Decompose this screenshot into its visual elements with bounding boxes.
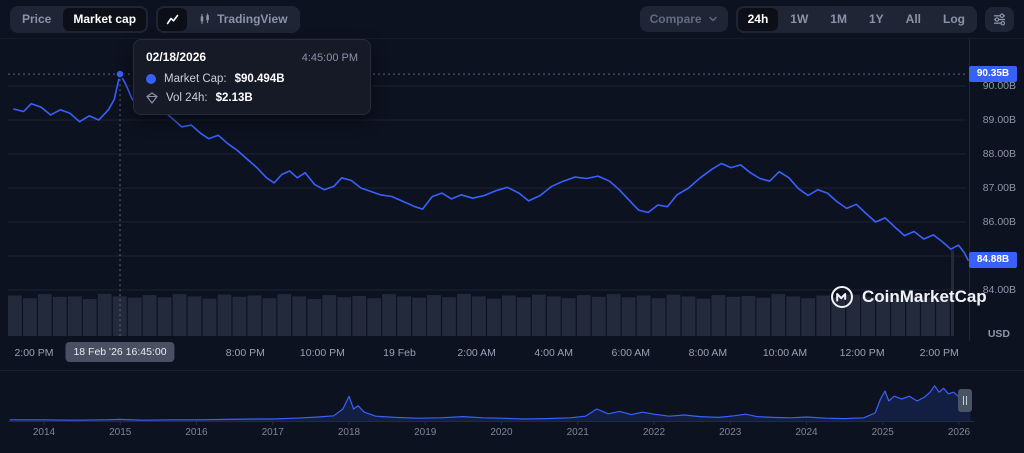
tooltip-date: 02/18/2026: [146, 50, 206, 64]
chart-type-group: TradingView: [156, 6, 299, 33]
volume-gem-icon: [146, 92, 158, 104]
compare-label: Compare: [650, 12, 702, 26]
cmc-logo-icon: [830, 285, 854, 309]
x-tick-label: 8:00 AM: [689, 347, 728, 359]
x-tick-label: 19 Feb: [383, 347, 416, 359]
price-marketcap-toggle: Price Market cap: [10, 6, 148, 33]
year-label: 2017: [262, 427, 284, 438]
x-tick-label: 2:00 AM: [457, 347, 496, 359]
high-value-badge: 90.35B: [969, 66, 1017, 82]
x-tick-label: 10:00 PM: [300, 347, 345, 359]
x-tick-label: 4:00 AM: [534, 347, 573, 359]
toolbar-left: Price Market cap TradingView: [10, 6, 300, 33]
chart-tooltip: 02/18/2026 4:45:00 PM Market Cap: $90.49…: [133, 39, 371, 115]
year-label: 2022: [643, 427, 665, 438]
year-label: 2016: [185, 427, 207, 438]
tooltip-volume-value: $2.13B: [216, 92, 253, 104]
line-chart-button[interactable]: [158, 8, 187, 31]
range-1y[interactable]: 1Y: [859, 8, 894, 31]
x-tick-label: 2:00 PM: [14, 347, 53, 359]
y-axis-unit: USD: [968, 328, 1010, 340]
timeline-minimap[interactable]: 2014 2015 2016 2017 2018 2019 2020 2021 2022 2023…: [0, 370, 1024, 453]
sliders-icon: [993, 13, 1006, 26]
compare-button[interactable]: Compare: [640, 6, 728, 32]
tooltip-volume-row: Vol 24h: $2.13B: [146, 92, 358, 104]
year-label: 2018: [338, 427, 360, 438]
year-label: 2023: [719, 427, 741, 438]
timeline-drag-handle[interactable]: [958, 389, 972, 412]
coinmarketcap-chart-page: Price Market cap TradingView: [0, 0, 1024, 452]
chart-toolbar: Price Market cap TradingView: [0, 0, 1024, 38]
crosshair-time-badge: 18 Feb '26 16:45:00: [65, 342, 174, 362]
range-1m[interactable]: 1M: [820, 8, 857, 31]
range-all[interactable]: All: [896, 8, 931, 31]
watermark-text: CoinMarketCap: [862, 287, 987, 307]
year-label: 2019: [414, 427, 436, 438]
history-minimap-chart: [0, 376, 1024, 426]
tooltip-time: 4:45:00 PM: [302, 52, 358, 64]
tooltip-marketcap-row: Market Cap: $90.494B: [146, 73, 358, 85]
year-label: 2014: [33, 427, 55, 438]
year-label: 2015: [109, 427, 131, 438]
year-label: 2026: [948, 427, 970, 438]
tradingview-label: TradingView: [217, 13, 287, 26]
chart-settings-button[interactable]: [985, 7, 1014, 32]
range-24h[interactable]: 24h: [738, 8, 779, 31]
market-cap-tab[interactable]: Market cap: [63, 8, 146, 31]
year-label: 2024: [795, 427, 817, 438]
current-value-badge: 84.88B: [969, 252, 1017, 268]
drag-handle-icon: [963, 396, 964, 405]
y-tick-label: 88.00B: [972, 148, 1016, 160]
line-chart-icon: [166, 13, 179, 26]
y-tick-label: 87.00B: [972, 182, 1016, 194]
x-tick-label: 10:00 AM: [763, 347, 807, 359]
chart-canvas[interactable]: 02/18/2026 4:45:00 PM Market Cap: $90.49…: [0, 38, 1024, 371]
chevron-down-icon: [708, 14, 718, 24]
toolbar-right: Compare 24h1W1M1YAllLog: [640, 6, 1014, 33]
x-tick-label: 8:00 PM: [226, 347, 265, 359]
tooltip-volume-label: Vol 24h:: [166, 92, 208, 104]
x-tick-label: 6:00 AM: [612, 347, 651, 359]
candlestick-icon: [199, 13, 211, 25]
year-label: 2021: [567, 427, 589, 438]
range-1w[interactable]: 1W: [780, 8, 818, 31]
x-tick-label: 12:00 PM: [840, 347, 885, 359]
y-tick-label: 86.00B: [972, 216, 1016, 228]
market-cap-dot-icon: [146, 74, 156, 84]
range-log[interactable]: Log: [933, 8, 975, 31]
year-label: 2020: [490, 427, 512, 438]
tooltip-marketcap-label: Market Cap:: [164, 73, 227, 85]
watermark: CoinMarketCap: [830, 285, 987, 309]
tooltip-marketcap-value: $90.494B: [235, 73, 285, 85]
tradingview-button[interactable]: TradingView: [189, 8, 297, 31]
x-tick-label: 2:00 PM: [920, 347, 959, 359]
year-label: 2025: [872, 427, 894, 438]
range-group: 24h1W1M1YAllLog: [736, 6, 977, 33]
y-tick-label: 89.00B: [972, 114, 1016, 126]
price-tab[interactable]: Price: [12, 8, 61, 31]
